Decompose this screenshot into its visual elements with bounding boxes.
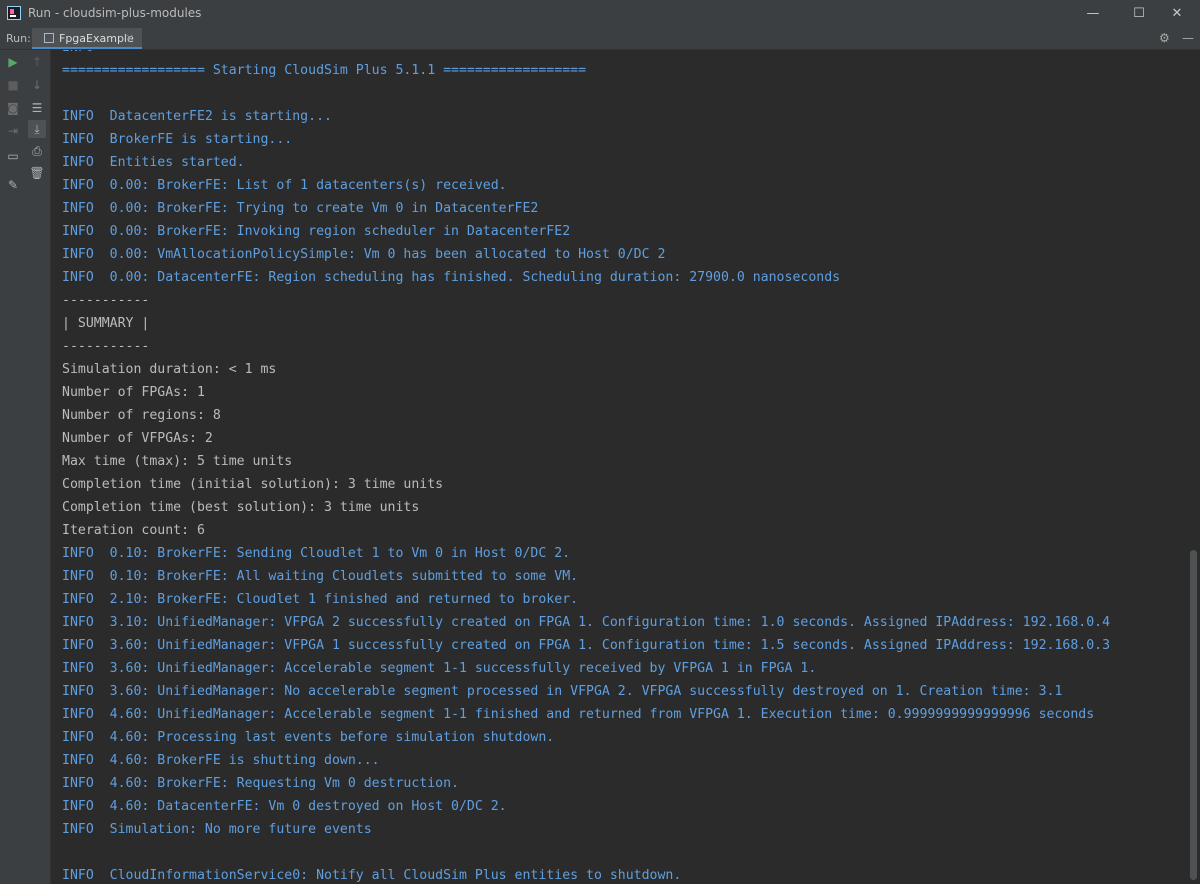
stop-icon[interactable]: ■ (4, 76, 22, 94)
tab-fpga-example[interactable]: FpgaExample × (32, 28, 142, 49)
console-line: INFO 4.60: Processing last events before… (62, 730, 555, 745)
settings-gear-icon[interactable]: ⚙ (1159, 31, 1170, 45)
console-file-icon (44, 33, 54, 43)
camera-icon[interactable]: ◙ (4, 99, 22, 117)
console-line: Completion time (best solution): 3 time … (62, 500, 420, 515)
console-line: INFO 0.00: DatacenterFE: Region scheduli… (62, 270, 841, 285)
console-line: Iteration count: 6 (62, 523, 205, 538)
console-line: INFO 2.10: BrokerFE: Cloudlet 1 finished… (62, 592, 579, 607)
soft-wrap-icon[interactable]: ☰ (28, 99, 46, 117)
run-toolbar: ▶ ■ ◙ ⇥ ▭ ✎ ↑ ↓ ☰ ⤓ ⎙ 🗑 (0, 50, 51, 884)
up-arrow-icon[interactable]: ↑ (28, 53, 46, 71)
console-line: Number of VFPGAs: 2 (62, 431, 213, 446)
console-line: INFO CloudInformationService0: Notify al… (62, 868, 682, 883)
pin-icon[interactable]: ✎ (4, 176, 22, 194)
console-line: INFO 3.10: UnifiedManager: VFPGA 2 succe… (62, 615, 1111, 630)
run-tab-bar: Run: FpgaExample × ⚙ — (0, 28, 1200, 50)
title-bar: Run - cloudsim-plus-modules — ☐ ✕ (0, 0, 1200, 28)
console-line: INFO 4.60: BrokerFE is shutting down... (62, 753, 380, 768)
console-line: INFO 4.60: DatacenterFE: Vm 0 destroyed … (62, 799, 507, 814)
rerun-icon[interactable]: ▶ (4, 53, 22, 71)
console-line: Number of regions: 8 (62, 408, 221, 423)
tab-label: FpgaExample (59, 32, 134, 45)
console-line: INFO BrokerFE is starting... (62, 132, 293, 147)
console-line: INFO 0.10: BrokerFE: Sending Cloudlet 1 … (62, 546, 571, 561)
console-line: INFO 0.00: BrokerFE: List of 1 datacente… (62, 178, 507, 193)
close-button[interactable]: ✕ (1154, 0, 1200, 28)
console-line: INFO Entities started. (62, 155, 245, 170)
console-line: ================== Starting CloudSim Plu… (62, 63, 587, 78)
down-arrow-icon[interactable]: ↓ (28, 76, 46, 94)
console-line: ----------- (62, 339, 150, 354)
console-line: INFO 0.10: BrokerFE: All waiting Cloudle… (62, 569, 579, 584)
scrollbar-thumb[interactable] (1190, 550, 1197, 880)
run-label: Run: (6, 32, 31, 45)
console-line: Completion time (initial solution): 3 ti… (62, 477, 444, 492)
print-icon[interactable]: ⎙ (28, 142, 46, 160)
console-line: INFO 0.00: BrokerFE: Invoking region sch… (62, 224, 571, 239)
console-line: INFO 0.00: BrokerFE: Trying to create Vm… (62, 201, 539, 216)
console-line: INFO Simulation: No more future events (62, 822, 372, 837)
console-line: Simulation duration: < 1 ms (62, 362, 277, 377)
intellij-logo-icon (7, 6, 21, 20)
console-scrollbar[interactable] (1188, 50, 1200, 884)
console-line: INFO 3.60: UnifiedManager: Accelerable s… (62, 661, 817, 676)
console-line: INFO DatacenterFE2 is starting... (62, 109, 332, 124)
layout-icon[interactable]: ▭ (4, 147, 22, 165)
window-title: Run - cloudsim-plus-modules (28, 6, 202, 20)
console-line: INFO 4.60: BrokerFE: Requesting Vm 0 des… (62, 776, 459, 791)
console-line: INFO 0.00: VmAllocationPolicySimple: Vm … (62, 247, 666, 262)
console-line: | SUMMARY | (62, 316, 150, 331)
console-line: INFO (62, 50, 1110, 59)
minimize-button[interactable]: — (1070, 0, 1116, 28)
console-output[interactable]: INFO ================== Starting CloudSim… (52, 50, 1188, 884)
console-line: INFO 3.60: UnifiedManager: No accelerabl… (62, 684, 1063, 699)
tab-close-icon[interactable]: × (125, 31, 134, 44)
hide-panel-icon[interactable]: — (1182, 31, 1194, 45)
console-line: Number of FPGAs: 1 (62, 385, 205, 400)
scroll-to-end-icon[interactable]: ⤓ (28, 120, 46, 138)
clear-trash-icon[interactable]: 🗑 (28, 164, 46, 182)
console-line: Max time (tmax): 5 time units (62, 454, 293, 469)
console-line: INFO 3.60: UnifiedManager: VFPGA 1 succe… (62, 638, 1111, 653)
console-line: INFO 4.60: UnifiedManager: Accelerable s… (62, 707, 1095, 722)
console-line: ----------- (62, 293, 150, 308)
exit-icon[interactable]: ⇥ (4, 122, 22, 140)
console-lines: INFO ================== Starting CloudSim… (62, 50, 1110, 884)
